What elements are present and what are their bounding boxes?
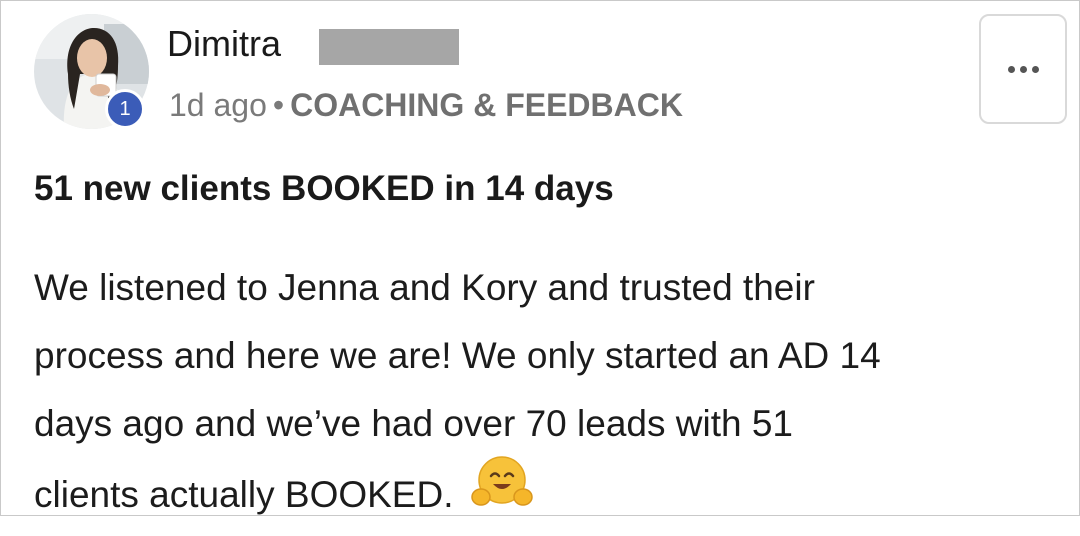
post-body-line: We listened to Jenna and Kory and truste…	[34, 267, 815, 308]
level-badge: 1	[105, 89, 145, 129]
hugging-face-emoji-icon	[471, 454, 534, 532]
author-name[interactable]: Dimitra	[167, 23, 281, 65]
post-category[interactable]: COACHING & FEEDBACK	[290, 87, 683, 123]
level-number: 1	[119, 97, 131, 120]
redacted-surname	[319, 29, 459, 65]
post-body-line: clients actually BOOKED.	[34, 473, 454, 515]
post-title: 51 new clients BOOKED in 14 days	[34, 169, 614, 208]
more-options-button[interactable]	[979, 14, 1067, 124]
author-avatar[interactable]: 1	[34, 14, 149, 129]
post-body: We listened to Jenna and Kory and truste…	[34, 254, 1064, 536]
post-card: 1 Dimitra 1d ago • COACHING & FEEDBACK 51 …	[0, 0, 1080, 516]
post-time[interactable]: 1d ago	[169, 87, 267, 123]
post-body-line: days ago and we’ve had over 70 leads wit…	[34, 403, 794, 444]
post-meta: 1d ago • COACHING & FEEDBACK	[169, 87, 683, 124]
post-body-line: process and here we are! We only started…	[34, 335, 881, 376]
meta-separator: •	[272, 87, 285, 123]
more-horizontal-icon	[1007, 65, 1039, 73]
post-body-last-line: clients actually BOOKED.	[34, 456, 1064, 536]
